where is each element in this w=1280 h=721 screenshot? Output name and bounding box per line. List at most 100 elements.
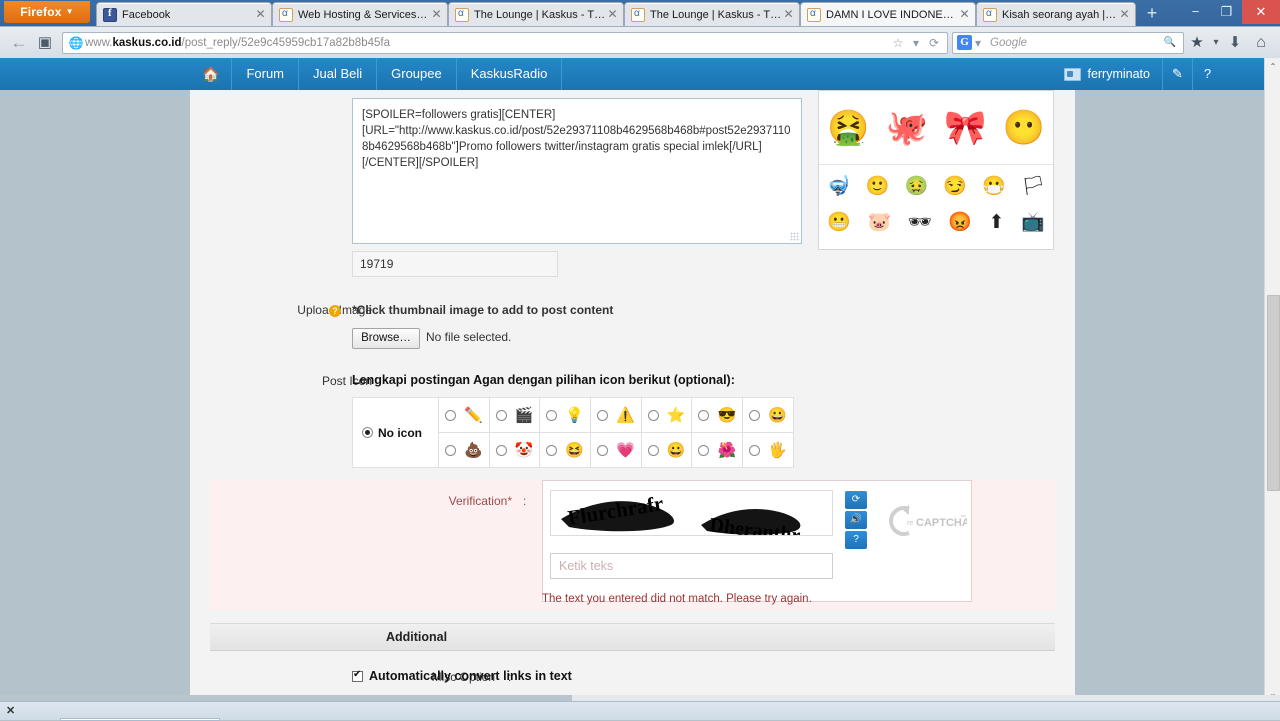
message-textarea[interactable]: [SPOILER=followers gratis][CENTER][URL="… [352, 98, 802, 244]
google-icon[interactable]: G [957, 35, 972, 50]
nav-item-groupee[interactable]: Groupee [377, 58, 457, 90]
post-icon-option-blue-face[interactable]: 😀 [640, 432, 693, 468]
user-name[interactable]: ferryminato [1081, 58, 1162, 90]
resize-grip[interactable] [790, 232, 799, 241]
edit-icon[interactable]: ✎ [1162, 58, 1192, 90]
help-icon[interactable]: ? [1192, 58, 1222, 90]
close-icon[interactable]: ✕ [606, 8, 619, 21]
emoticon-small-4[interactable]: 😏 [943, 177, 967, 197]
post-icon-option-hand[interactable]: 🖐️ [742, 432, 794, 468]
radio-icon[interactable] [749, 444, 761, 456]
emoticon-large-2[interactable]: 🐙 [886, 110, 928, 146]
chevron-down-icon[interactable]: ▾ [972, 36, 984, 50]
close-icon[interactable]: ✕ [430, 8, 443, 21]
chevron-down-icon[interactable]: ▾ [1210, 31, 1222, 55]
clown-face-icon[interactable]: 🤡 [515, 443, 534, 458]
emoticon-small-10[interactable]: 😡 [948, 213, 972, 233]
nav-home-icon[interactable]: 🏠 [190, 58, 233, 90]
browse-button[interactable]: Browse… [352, 328, 420, 349]
post-icon-option-cool[interactable]: 😎 [691, 397, 744, 433]
browser-tab-lounge-1[interactable]: The Lounge | Kaskus - Th... ✕ [448, 2, 624, 26]
home-button[interactable]: ⌂ [1248, 31, 1274, 55]
hand-icon[interactable]: 🖐️ [768, 443, 787, 458]
nav-item-kaskusradio[interactable]: KaskusRadio [457, 58, 563, 90]
emoticon-small-1[interactable]: 🤿 [827, 177, 851, 197]
radio-icon[interactable] [597, 409, 609, 421]
flower-icon[interactable]: 🌺 [717, 443, 736, 458]
post-icon-option-clown[interactable]: 🤡 [488, 432, 541, 468]
emoticon-small-7[interactable]: 😬 [827, 213, 851, 233]
radio-icon[interactable] [647, 444, 659, 456]
radio-icon[interactable] [445, 444, 456, 456]
emoticon-large-3[interactable]: 🎀 [944, 110, 986, 146]
nav-item-forum[interactable]: Forum [232, 58, 299, 90]
lightbulb-icon[interactable]: 💡 [565, 408, 584, 423]
radio-icon[interactable] [647, 409, 659, 421]
close-icon[interactable]: ✕ [958, 8, 971, 21]
search-icon[interactable]: 🔍 [1161, 37, 1179, 48]
emoticon-small-9[interactable]: 🕶 [908, 213, 932, 233]
window-minimize-button[interactable]: − [1180, 0, 1211, 24]
emoticon-small-2[interactable]: 🙂 [866, 177, 890, 197]
help-icon[interactable]: ? [845, 531, 867, 549]
url-bar[interactable]: 🌐 www.kaskus.co.id/post_reply/52e9c45959… [62, 31, 948, 54]
scrollbar-thumb[interactable] [1267, 295, 1280, 491]
browser-tab-lounge-2[interactable]: The Lounge | Kaskus - Th... ✕ [624, 2, 800, 26]
post-icon-option-laugh[interactable]: 😆 [539, 432, 592, 468]
search-bar[interactable]: G ▾ Google 🔍 [952, 31, 1184, 54]
audio-icon[interactable]: 🔊 [845, 511, 867, 529]
browser-tab-kisah-seorang-ayah[interactable]: Kisah seorang ayah | Kas... ✕ [976, 2, 1136, 26]
browser-tab-damn-i-love-indonesia[interactable]: DAMN I LOVE INDONESI... ✕ [800, 2, 976, 26]
radio-icon[interactable] [495, 409, 507, 421]
bookmarks-button[interactable]: ★ [1184, 31, 1210, 55]
browser-tab-facebook[interactable]: Facebook ✕ [96, 2, 272, 26]
firefox-menu-button[interactable]: Firefox ▼ [4, 1, 90, 23]
radio-icon[interactable] [362, 427, 373, 439]
post-icon-option-pencil[interactable]: ✏️ [438, 397, 490, 433]
post-icon-option-star[interactable]: ⭐ [640, 397, 693, 433]
radio-icon[interactable] [597, 444, 609, 456]
close-icon[interactable]: ✕ [1118, 8, 1131, 21]
reload-icon[interactable]: ⟳ [925, 36, 943, 50]
radio-icon[interactable] [698, 444, 710, 456]
downloads-button[interactable]: ⬇ [1222, 31, 1248, 55]
emoticon-small-12[interactable]: 📺 [1021, 213, 1045, 233]
window-restore-button[interactable]: ❐ [1211, 0, 1242, 24]
nav-item-jual-beli[interactable]: Jual Beli [299, 58, 378, 90]
captcha-input[interactable]: Ketik teks [550, 553, 833, 579]
post-icon-option-flower[interactable]: 🌺 [691, 432, 744, 468]
site-identity-icon[interactable]: ▣ [32, 31, 58, 55]
sunglasses-face-icon[interactable]: 😎 [717, 408, 736, 423]
emoticon-small-8[interactable]: 🐷 [867, 213, 891, 233]
page-vertical-scrollbar[interactable]: ⌃ ⌄ [1264, 58, 1280, 702]
post-icon-option-none[interactable]: No icon [352, 397, 439, 468]
close-icon[interactable]: ✕ [254, 8, 267, 21]
pencil-icon[interactable]: ✏️ [464, 408, 483, 423]
scroll-up-icon[interactable]: ⌃ [1265, 58, 1280, 75]
post-icon-option-clapper[interactable]: 🎬 [488, 397, 541, 433]
laughing-face-icon[interactable]: 😆 [565, 443, 584, 458]
radio-icon[interactable] [698, 409, 710, 421]
close-icon[interactable]: ✕ [6, 704, 15, 717]
blue-face-icon[interactable]: 😀 [667, 443, 686, 458]
clapperboard-icon[interactable]: 🎬 [515, 408, 534, 423]
refresh-icon[interactable]: ⟳ [845, 491, 867, 509]
avatar[interactable] [1064, 67, 1082, 81]
smiley-face-icon[interactable]: 😀 [768, 408, 787, 423]
bookmark-star-icon[interactable]: ☆ [889, 36, 907, 50]
close-icon[interactable]: ✕ [782, 8, 795, 21]
radio-icon[interactable] [546, 444, 558, 456]
radio-icon[interactable] [749, 409, 761, 421]
window-close-button[interactable]: ✕ [1242, 0, 1280, 24]
back-button[interactable]: ← [6, 31, 32, 55]
emoticon-small-6[interactable]: 🏳 [1021, 177, 1045, 197]
star-icon[interactable]: ⭐ [667, 408, 686, 423]
heart-icon[interactable]: 💗 [616, 443, 635, 458]
emoticon-small-3[interactable]: 🤢 [904, 177, 928, 197]
poop-icon[interactable]: 💩 [464, 443, 483, 458]
emoticon-small-11[interactable]: ⬆ [989, 213, 1005, 233]
radio-icon[interactable] [445, 409, 456, 421]
radio-icon[interactable] [546, 409, 558, 421]
warning-icon[interactable]: ⚠️ [616, 408, 635, 423]
chevron-down-icon[interactable]: ▾ [907, 36, 925, 50]
